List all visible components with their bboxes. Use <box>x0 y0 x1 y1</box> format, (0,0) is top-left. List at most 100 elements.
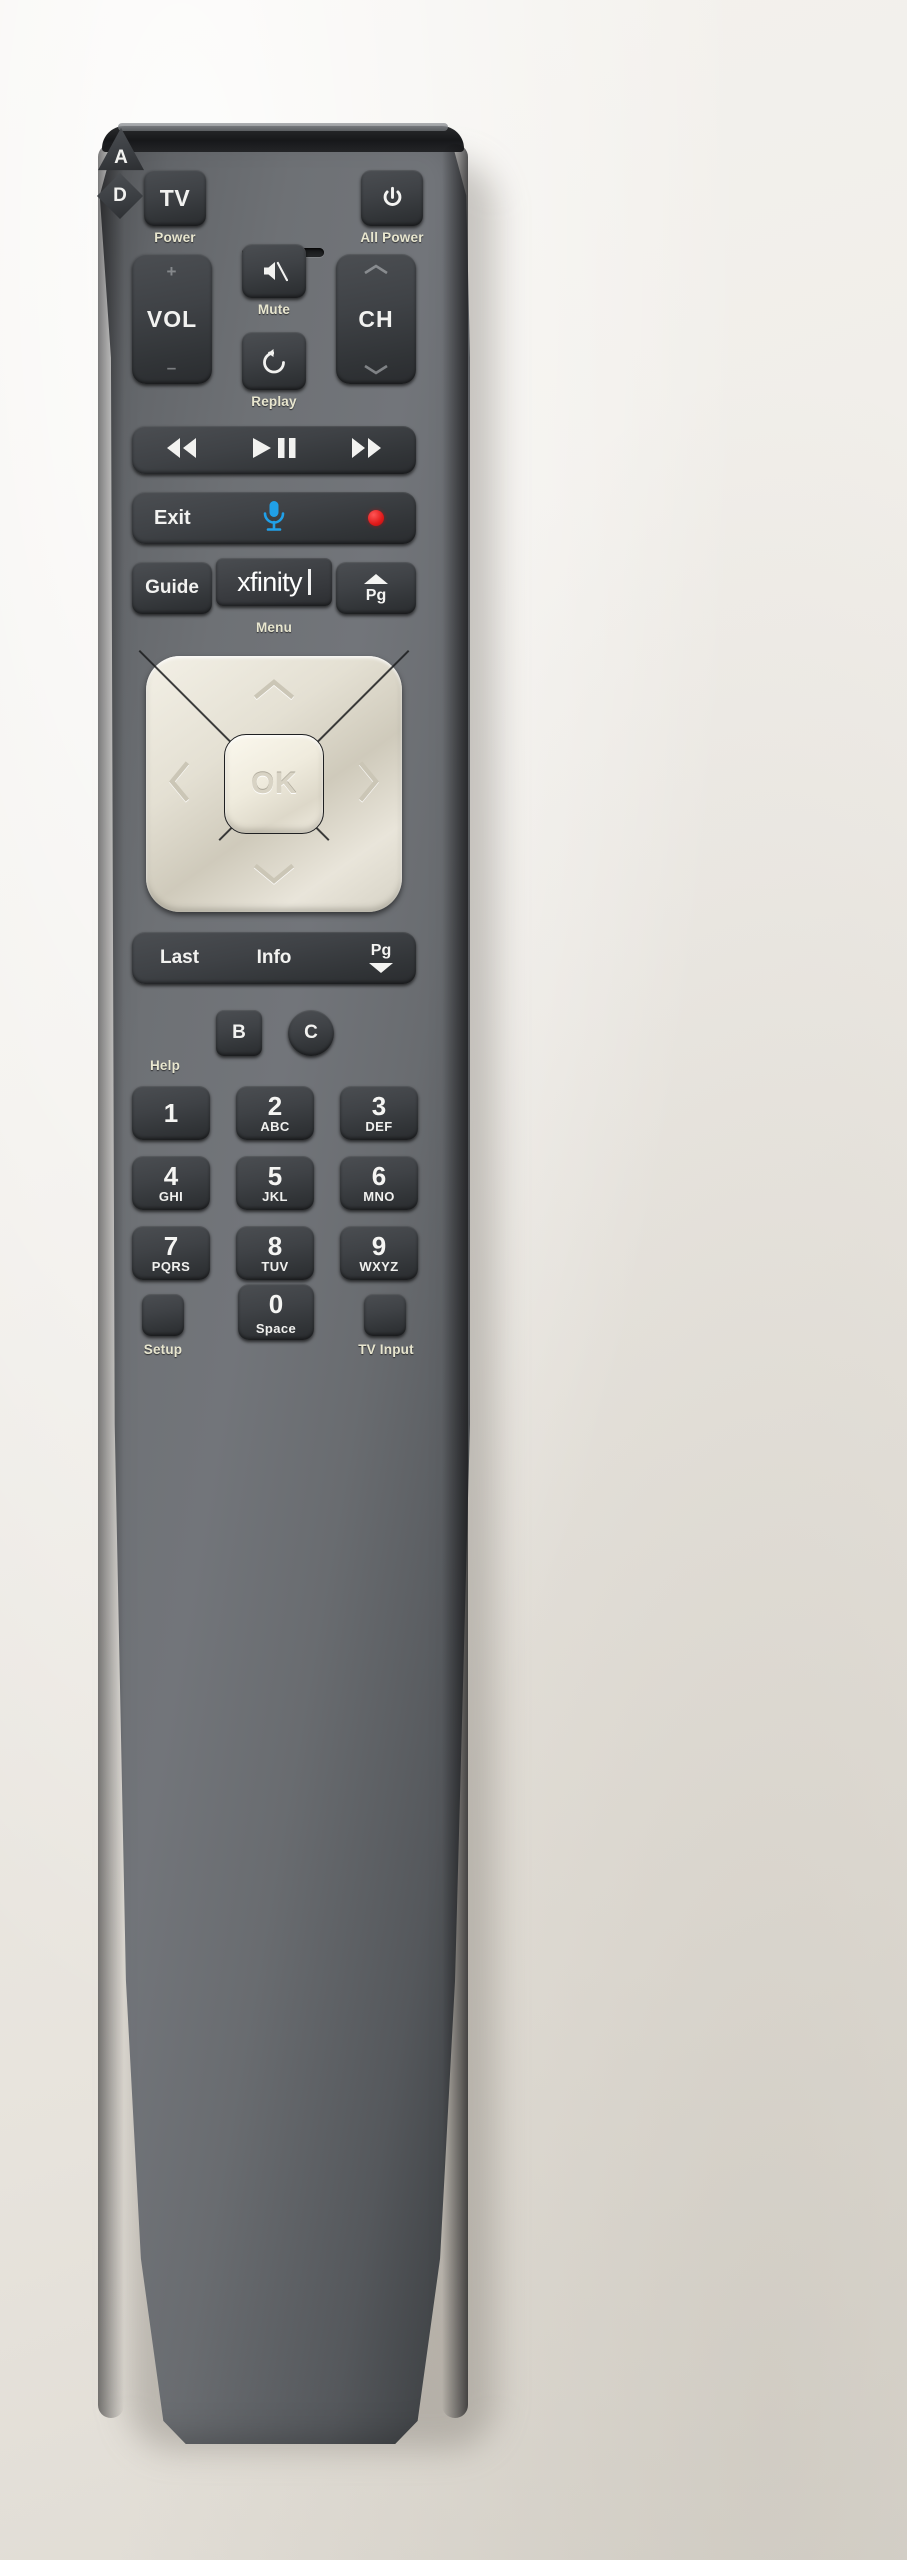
dpad: OK <box>138 650 410 912</box>
key-3[interactable]: 3 DEF <box>340 1086 418 1140</box>
help-caption: Help <box>149 1058 181 1073</box>
key-7[interactable]: 7 PQRS <box>132 1226 210 1280</box>
key-7-letters: PQRS <box>151 1259 191 1274</box>
chevron-down-icon[interactable] <box>361 362 391 376</box>
info-button[interactable]: Info <box>257 947 292 969</box>
key-8-digit: 8 <box>267 1231 283 1261</box>
key-7-digit: 7 <box>163 1231 179 1261</box>
menu-caption: Menu <box>255 620 293 635</box>
c-label: C <box>304 1022 318 1043</box>
b-label: B <box>232 1022 246 1043</box>
microphone-icon <box>263 500 285 531</box>
mute-caption: Mute <box>257 302 291 317</box>
guide-button[interactable]: Guide <box>132 562 212 614</box>
all-power-button[interactable] <box>361 170 423 226</box>
mute-icon <box>264 260 288 282</box>
chevron-up-icon <box>253 679 295 700</box>
key-8-letters: TUV <box>261 1259 289 1274</box>
chevron-right-icon <box>358 761 379 802</box>
key-3-digit: 3 <box>371 1091 387 1121</box>
voice-mic-button[interactable] <box>261 499 287 538</box>
tv-input-caption: TV Input <box>358 1342 414 1357</box>
record-button[interactable] <box>368 510 384 526</box>
volume-label: VOL <box>146 305 198 332</box>
key-9-letters: WXYZ <box>359 1259 399 1274</box>
chevron-left-icon <box>169 761 190 802</box>
ok-button[interactable]: OK <box>224 734 324 834</box>
ok-label: OK <box>251 767 297 800</box>
key-6[interactable]: 6 MNO <box>340 1156 418 1210</box>
key-2[interactable]: 2 ABC <box>236 1086 314 1140</box>
replay-button[interactable] <box>242 332 306 390</box>
power-icon <box>383 186 401 206</box>
setup-caption: Setup <box>143 1342 183 1357</box>
tv-power-label: TV <box>159 184 191 211</box>
fast-forward-button[interactable] <box>346 435 388 466</box>
page-up-button[interactable]: Pg <box>336 562 416 614</box>
rewind-icon <box>167 437 196 458</box>
key-6-digit: 6 <box>371 1161 387 1191</box>
dpad-up-button[interactable] <box>252 678 296 705</box>
page-down-label: Pg <box>370 941 392 959</box>
b-button[interactable]: B <box>216 1010 262 1056</box>
key-4-digit: 4 <box>163 1161 179 1191</box>
last-info-bar: Last Info Pg <box>132 932 416 984</box>
chevron-down-icon <box>253 863 295 884</box>
tv-power-caption: Power <box>154 230 196 245</box>
key-0-letters: Space <box>255 1320 297 1336</box>
key-6-letters: MNO <box>363 1189 395 1204</box>
key-0[interactable]: 0 Space <box>238 1284 314 1340</box>
channel-label: CH <box>358 305 394 332</box>
rewind-button[interactable] <box>160 435 202 466</box>
c-button[interactable]: C <box>288 1010 334 1056</box>
key-5[interactable]: 5 JKL <box>236 1156 314 1210</box>
dpad-right-button[interactable] <box>358 760 380 809</box>
tv-input-button[interactable] <box>364 1294 406 1336</box>
channel-rocker[interactable]: CH <box>336 254 416 384</box>
chevron-up-icon[interactable] <box>361 263 391 277</box>
volume-rocker[interactable]: + VOL – <box>132 254 212 384</box>
key-8[interactable]: 8 TUV <box>236 1226 314 1280</box>
key-3-letters: DEF <box>365 1119 393 1134</box>
a-label: A <box>114 147 128 168</box>
all-power-caption: All Power <box>360 230 424 245</box>
key-4-letters: GHI <box>158 1189 184 1204</box>
xfinity-menu-button[interactable]: xfinity <box>216 558 332 606</box>
dpad-down-button[interactable] <box>252 863 296 890</box>
volume-down-mark[interactable]: – <box>132 358 212 378</box>
play-pause-button[interactable] <box>247 435 301 466</box>
exit-voice-bar: Exit <box>132 492 416 544</box>
fast-forward-icon <box>352 437 381 458</box>
guide-label: Guide <box>145 577 199 598</box>
key-0-digit: 0 <box>268 1288 284 1319</box>
key-5-letters: JKL <box>262 1189 288 1204</box>
setup-button[interactable] <box>142 1294 184 1336</box>
exit-button[interactable]: Exit <box>154 507 191 530</box>
mute-button[interactable] <box>242 244 306 298</box>
key-9-digit: 9 <box>371 1231 387 1261</box>
remote-control: TV Power All Power + VOL – Mute Replay C… <box>96 123 470 2444</box>
d-label: D <box>113 185 127 206</box>
tv-power-button[interactable]: TV <box>144 170 206 226</box>
key-4[interactable]: 4 GHI <box>132 1156 210 1210</box>
replay-caption: Replay <box>251 394 297 409</box>
xfinity-logo: xfinity <box>237 567 311 598</box>
key-2-letters: ABC <box>260 1119 290 1134</box>
volume-up-mark[interactable]: + <box>132 262 212 282</box>
key-2-digit: 2 <box>267 1091 283 1121</box>
page-up-label: Pg <box>365 586 387 604</box>
play-pause-icon <box>253 437 296 458</box>
last-button[interactable]: Last <box>160 947 199 969</box>
replay-icon <box>263 349 285 374</box>
xfinity-wordmark: xfinity <box>237 566 302 597</box>
transport-bar <box>132 426 416 474</box>
xfinity-logo-bar <box>307 569 311 595</box>
dpad-left-button[interactable] <box>168 760 190 809</box>
key-1[interactable]: 1 <box>132 1086 210 1140</box>
page-down-button[interactable]: Pg <box>368 941 394 974</box>
triangle-up-icon <box>364 573 388 584</box>
key-5-digit: 5 <box>267 1161 283 1191</box>
top-edge-highlight <box>118 123 448 131</box>
key-1-digit: 1 <box>163 1098 179 1128</box>
key-9[interactable]: 9 WXYZ <box>340 1226 418 1280</box>
